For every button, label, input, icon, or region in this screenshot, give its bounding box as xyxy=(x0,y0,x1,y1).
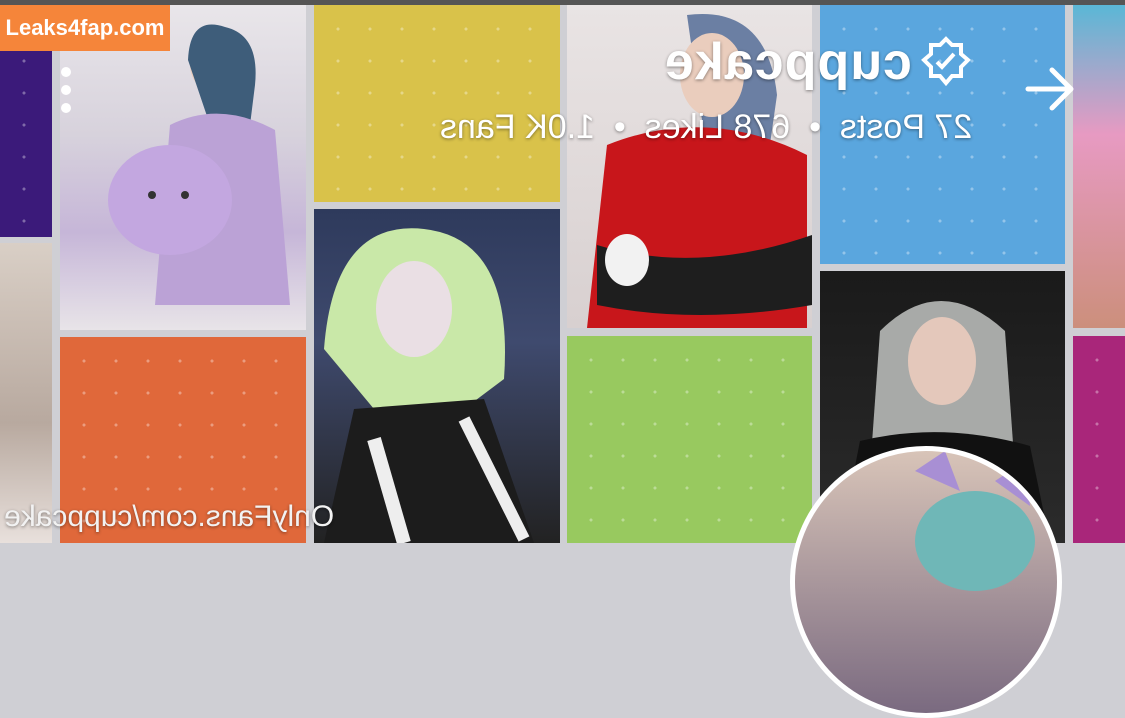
avatar-image xyxy=(915,451,1035,591)
next-button[interactable] xyxy=(1022,62,1078,116)
tile-magenta xyxy=(1073,336,1125,543)
photo-illustration-2 xyxy=(324,228,534,543)
tile-green xyxy=(567,336,812,543)
more-vertical-icon xyxy=(61,67,71,113)
watermark-badge: Leaks4fap.com xyxy=(0,5,170,51)
photo-right-partial xyxy=(1073,5,1125,328)
profile-username-row: cuppcake xyxy=(632,30,972,94)
avatar[interactable] xyxy=(790,446,1062,718)
profile-url-row: OnlyFans.com/cuppcake xyxy=(4,497,404,537)
profile-username[interactable]: cuppcake xyxy=(664,32,912,92)
photo-person-green-hair xyxy=(314,209,560,543)
photo-illustration xyxy=(108,24,290,306)
profile-stats-row: 27 Posts • 678 Likes • 1.0K Fans xyxy=(300,104,972,150)
photo-person-plush xyxy=(60,5,306,330)
more-menu-button[interactable] xyxy=(58,66,74,116)
profile-stats: 27 Posts • 678 Likes • 1.0K Fans xyxy=(439,107,972,146)
watermark-label: Leaks4fap.com xyxy=(5,15,165,40)
arrow-right-icon xyxy=(1025,67,1074,111)
verified-badge-icon xyxy=(921,36,971,87)
profile-url[interactable]: OnlyFans.com/cuppcake xyxy=(4,500,334,534)
